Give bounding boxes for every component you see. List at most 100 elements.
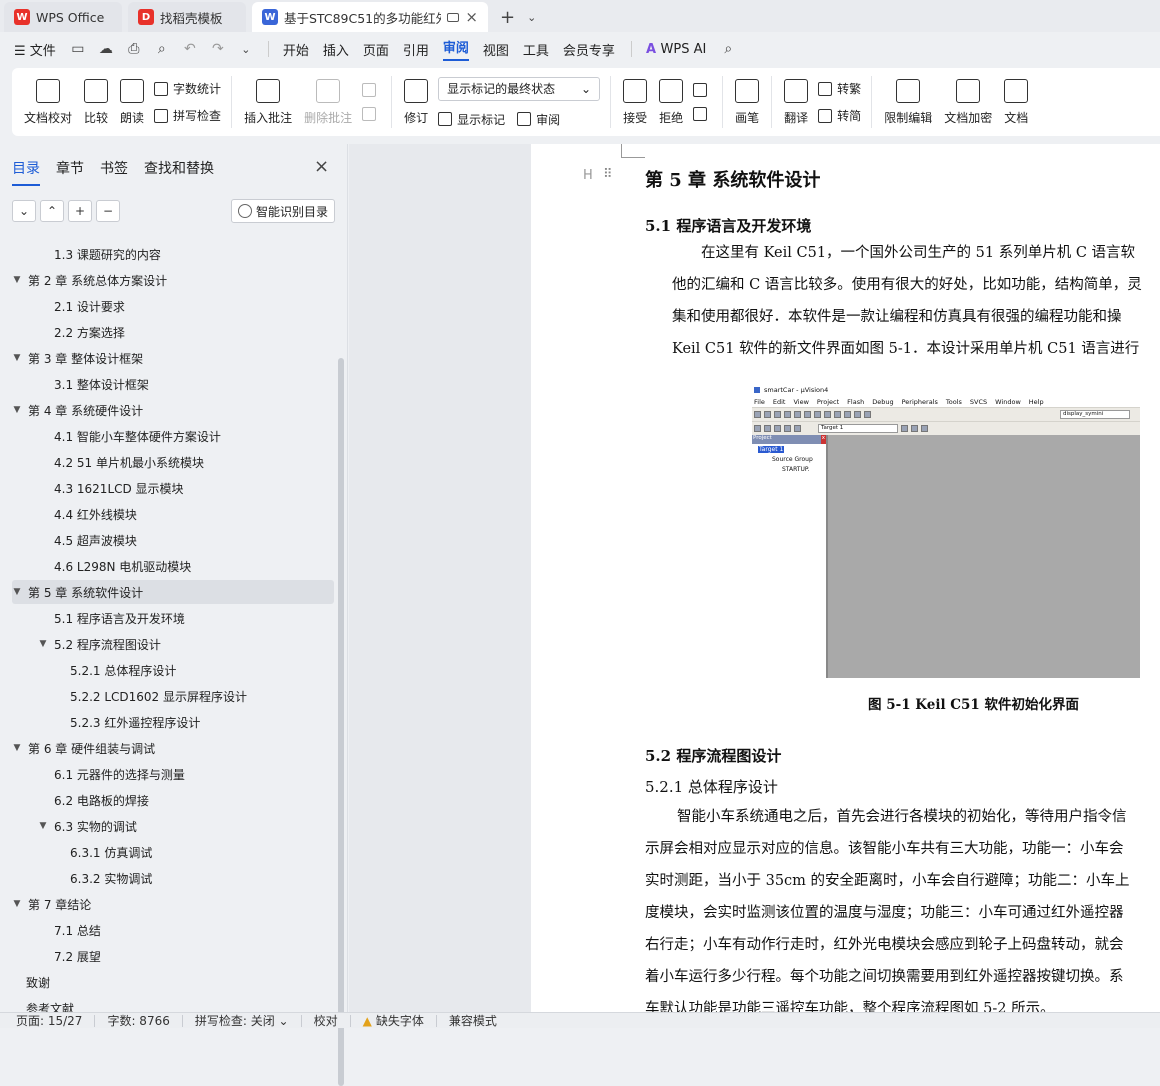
menu-page[interactable]: 页面: [363, 40, 389, 59]
spell-check-button[interactable]: 拼写检查: [154, 107, 221, 124]
tab-wps-office[interactable]: W WPS Office: [4, 2, 122, 32]
toc-item[interactable]: 7.1 总结: [12, 918, 334, 942]
expand-caret-icon[interactable]: ▼: [38, 821, 48, 831]
new-tab-button[interactable]: +: [494, 2, 521, 32]
revise-button[interactable]: 修订: [398, 72, 434, 132]
toc-item[interactable]: 2.1 设计要求: [12, 294, 334, 318]
smart-toc-button[interactable]: 智能识别目录: [231, 199, 335, 223]
missing-font-status[interactable]: ▲ 缺失字体: [363, 1012, 424, 1029]
toc-item[interactable]: 6.1 元器件的选择与测量: [12, 762, 334, 786]
print-icon[interactable]: ⎙: [126, 41, 142, 57]
tab-bookmarks[interactable]: 书签: [100, 158, 128, 186]
tab-document[interactable]: W 基于STC89C51的多功能红外遥 ×: [252, 2, 488, 32]
save-icon[interactable]: ▭: [70, 41, 86, 57]
markup-state-select[interactable]: 显示标记的最终状态 ⌄: [438, 76, 601, 101]
menu-tools[interactable]: 工具: [523, 40, 549, 59]
toc-item[interactable]: 致谢: [12, 970, 334, 994]
expand-caret-icon[interactable]: ▼: [12, 275, 22, 285]
expand-caret-icon[interactable]: ▼: [12, 743, 22, 753]
prev-comment-button[interactable]: [362, 83, 381, 97]
wps-ai-button[interactable]: A WPS AI: [646, 42, 706, 57]
file-menu[interactable]: ☰ 文件: [14, 40, 56, 59]
toc-item[interactable]: 4.3 1621LCD 显示模块: [12, 476, 334, 500]
word-count-status[interactable]: 字数: 8766: [107, 1012, 169, 1029]
insert-comment-button[interactable]: 插入批注: [238, 72, 298, 132]
word-count-button[interactable]: 字数统计: [154, 80, 221, 97]
tab-list-chevron-icon[interactable]: ⌄: [521, 2, 542, 32]
monitor-icon[interactable]: [447, 12, 460, 22]
undo-icon[interactable]: ↶: [182, 41, 198, 57]
tab-template[interactable]: D 找稻壳模板: [128, 2, 246, 32]
menu-start[interactable]: 开始: [283, 40, 309, 59]
toc-item[interactable]: 6.3.1 仿真调试: [12, 840, 334, 864]
expand-caret-icon[interactable]: ▼: [38, 639, 48, 649]
next-change-button[interactable]: [693, 107, 712, 121]
toc-item[interactable]: 参考文献: [12, 996, 334, 1013]
expand-caret-icon[interactable]: ▼: [12, 899, 22, 909]
redo-icon[interactable]: ↷: [210, 41, 226, 57]
to-simplified-button[interactable]: 转简: [818, 107, 861, 124]
collapse-icon[interactable]: ⌄: [12, 200, 36, 222]
read-aloud-button[interactable]: 朗读: [114, 72, 150, 132]
toc-scrollbar[interactable]: [338, 358, 344, 1086]
next-comment-button[interactable]: [362, 107, 381, 121]
toc-item[interactable]: 5.2.2 LCD1602 显示屏程序设计: [12, 684, 334, 708]
toc-item[interactable]: 5.2.3 红外遥控程序设计: [12, 710, 334, 734]
spell-check-status[interactable]: 拼写检查: 关闭 ⌄: [195, 1012, 289, 1029]
delete-comment-button[interactable]: 删除批注: [298, 72, 358, 132]
expand-caret-icon[interactable]: ▼: [12, 353, 22, 363]
toc-item[interactable]: 4.5 超声波模块: [12, 528, 334, 552]
toc-item[interactable]: ▼ 第 7 章结论: [12, 892, 334, 916]
tab-toc[interactable]: 目录: [12, 158, 40, 186]
expand-caret-icon[interactable]: ▼: [12, 405, 22, 415]
toc-item[interactable]: 4.2 51 单片机最小系统模块: [12, 450, 334, 474]
more-chevron-icon[interactable]: ⌄: [238, 41, 254, 57]
toc-item[interactable]: 2.2 方案选择: [12, 320, 334, 344]
drag-handle-icon[interactable]: ⠿: [603, 167, 612, 182]
toc-item[interactable]: 6.3.2 实物调试: [12, 866, 334, 890]
toc-item[interactable]: ▼ 5.2 程序流程图设计: [12, 632, 334, 656]
document-page[interactable]: H ⠿ 第 5 章 系统软件设计 5.1 程序语言及开发环境 在这里有 Keil…: [531, 144, 1160, 1012]
expand-up-icon[interactable]: ⌃: [40, 200, 64, 222]
to-traditional-button[interactable]: 转繁: [818, 80, 861, 97]
toc-item[interactable]: 4.1 智能小车整体硬件方案设计: [12, 424, 334, 448]
toc-item[interactable]: 5.1 程序语言及开发环境: [12, 606, 334, 630]
doc-encrypt-button[interactable]: 文档加密: [938, 72, 998, 132]
prev-change-button[interactable]: [693, 83, 712, 97]
toc-item[interactable]: ▼ 第 6 章 硬件组装与调试: [12, 736, 334, 760]
toc-item[interactable]: 4.6 L298N 电机驱动模块: [12, 554, 334, 578]
search-icon[interactable]: ⌕: [720, 41, 736, 57]
print-preview-icon[interactable]: ⌕: [154, 41, 170, 57]
toc-item[interactable]: 7.2 展望: [12, 944, 334, 968]
toc-item[interactable]: ▼ 第 4 章 系统硬件设计: [12, 398, 334, 422]
tab-chapters[interactable]: 章节: [56, 158, 84, 186]
toc-item[interactable]: 5.2.1 总体程序设计: [12, 658, 334, 682]
show-markup-button[interactable]: 显示标记: [438, 111, 505, 128]
doc-more-button[interactable]: 文档: [998, 72, 1034, 132]
toc-item[interactable]: 3.1 整体设计框架: [12, 372, 334, 396]
toc-item[interactable]: ▼ 第 3 章 整体设计框架: [12, 346, 334, 370]
toc-item[interactable]: 6.2 电路板的焊接: [12, 788, 334, 812]
toc-item[interactable]: 4.4 红外线模块: [12, 502, 334, 526]
menu-reference[interactable]: 引用: [403, 40, 429, 59]
menu-view[interactable]: 视图: [483, 40, 509, 59]
close-tab-icon[interactable]: ×: [465, 8, 478, 26]
expand-caret-icon[interactable]: ▼: [12, 587, 22, 597]
cloud-icon[interactable]: ☁: [98, 41, 114, 57]
proof-status[interactable]: 校对: [314, 1012, 338, 1029]
menu-member[interactable]: 会员专享: [563, 40, 615, 59]
accept-button[interactable]: 接受: [617, 72, 653, 132]
toc-item[interactable]: ▼ 第 2 章 系统总体方案设计: [12, 268, 334, 292]
toc-item[interactable]: ▼ 6.3 实物的调试: [12, 814, 334, 838]
menu-review[interactable]: 审阅: [442, 37, 469, 61]
compare-button[interactable]: 比较: [78, 72, 114, 132]
tab-find-replace[interactable]: 查找和替换: [144, 158, 214, 186]
menu-insert[interactable]: 插入: [323, 40, 349, 59]
keil-screenshot-figure[interactable]: smartCar - µVision4 File Edit View Proje…: [752, 384, 1140, 678]
page-indicator[interactable]: 页面: 15/27: [16, 1012, 82, 1029]
restrict-edit-button[interactable]: 限制编辑: [878, 72, 938, 132]
close-panel-icon[interactable]: ×: [314, 156, 329, 177]
heading-marker-icon[interactable]: H: [583, 168, 593, 183]
add-heading-icon[interactable]: +: [68, 200, 92, 222]
remove-heading-icon[interactable]: −: [96, 200, 120, 222]
